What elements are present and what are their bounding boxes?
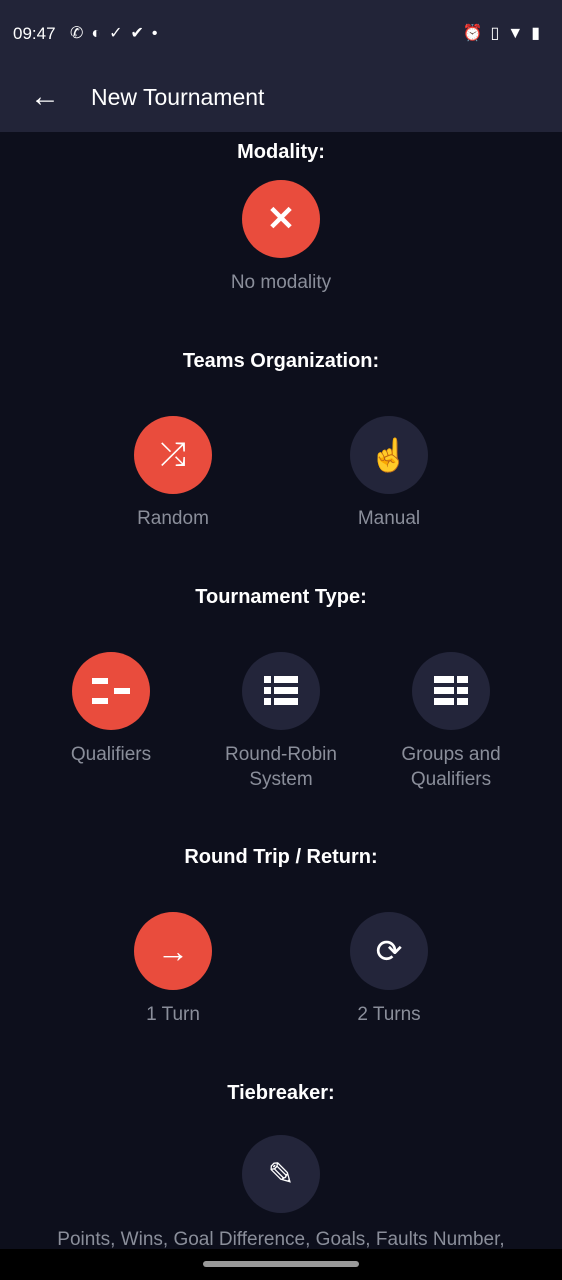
app-bar: ← New Tournament [0, 68, 562, 132]
option-2-turns[interactable]: ⟳ 2 Turns [309, 912, 469, 1027]
arrow-right-icon: → [134, 912, 212, 990]
option-label: Groups and Qualifiers [401, 744, 501, 790]
navigation-bar [0, 1249, 562, 1280]
section-title-tiebreaker: Tiebreaker: [227, 1082, 335, 1104]
section-title-modality: Modality: [237, 141, 325, 163]
option-manual[interactable]: ☝ Manual [309, 416, 469, 531]
option-label: 2 Turns [357, 1004, 421, 1025]
close-icon: ✕ [242, 180, 320, 258]
tiebreaker-edit-button[interactable]: ✎ [201, 1135, 361, 1213]
arrow-left-icon[interactable]: ← [30, 80, 60, 114]
option-round-robin[interactable]: Round-Robin System [201, 652, 361, 792]
shuffle-icon: ⤮ [134, 416, 212, 494]
option-1-turn[interactable]: → 1 Turn [93, 912, 253, 1027]
section-title-teams: Teams Organization: [182, 350, 380, 372]
option-no-modality[interactable]: ✕ No modality [201, 180, 361, 295]
option-random[interactable]: ⤮ Random [93, 416, 253, 531]
status-time: 09:47 [13, 24, 56, 43]
option-label: Manual [357, 508, 421, 529]
option-label: Qualifiers [70, 744, 152, 765]
status-bar: 09:47 ✆◐✓✔• ⏰▯▼▮ [0, 0, 562, 68]
system-icons: ⏰▯▼▮ [462, 25, 548, 42]
option-label: No modality [230, 272, 332, 293]
option-label: Round-Robin System [225, 744, 337, 790]
notification-icons: ✆◐✓✔• [70, 25, 166, 42]
sync-icon: ⟳ [350, 912, 428, 990]
section-title-type: Tournament Type: [195, 586, 367, 608]
home-handle[interactable] [203, 1261, 359, 1267]
hand-pointer-icon: ☝ [350, 416, 428, 494]
option-groups-qualifiers[interactable]: Groups and Qualifiers [371, 652, 531, 792]
section-title-round-trip: Round Trip / Return: [184, 846, 378, 868]
tiebreaker-value: Points, Wins, Goal Difference, Goals, Fa… [57, 1229, 505, 1250]
option-qualifiers[interactable]: Qualifiers [31, 652, 191, 767]
pencil-icon: ✎ [242, 1135, 320, 1213]
bracket-icon [72, 652, 150, 730]
option-label: Random [137, 508, 209, 529]
option-label: 1 Turn [146, 1004, 200, 1025]
page-title: New Tournament [91, 84, 265, 110]
grid-list-icon [412, 652, 490, 730]
list-icon [242, 652, 320, 730]
